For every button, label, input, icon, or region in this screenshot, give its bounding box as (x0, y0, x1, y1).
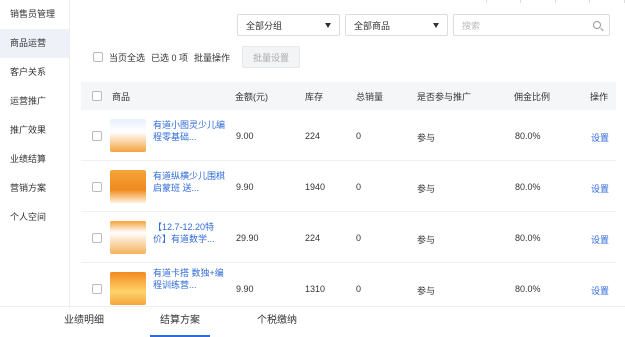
sidebar-item-salesperson[interactable]: 销售员管理 (0, 0, 69, 29)
goods-select[interactable]: 全部商品 (345, 14, 448, 36)
row-checkbox[interactable] (92, 284, 102, 294)
promo-cell: 参与 (417, 184, 436, 194)
set-link[interactable]: 设置 (591, 233, 609, 246)
col-action: 操作 (590, 91, 609, 102)
price-cell: 9.90 (236, 284, 254, 294)
commission-cell: 80.0% (515, 131, 541, 141)
sidebar-item-personal[interactable]: 个人空间 (0, 203, 69, 232)
goods-select-value: 全部商品 (354, 20, 391, 31)
table-header: 商品 金额(元) 库存 总销量 是否参与推广 佣金比例 操作 (81, 82, 616, 110)
set-link[interactable]: 设置 (591, 131, 609, 144)
set-link[interactable]: 设置 (591, 284, 609, 297)
promo-cell: 参与 (417, 235, 436, 245)
sidebar-item-promotion[interactable]: 运营推广 (0, 87, 69, 116)
product-thumbnail (110, 170, 146, 203)
col-promo: 是否参与推广 (417, 91, 472, 102)
product-name-link[interactable]: 【12.7-12.20特价】有道数学... (153, 221, 225, 245)
commission-cell: 80.0% (515, 233, 541, 243)
promo-cell: 参与 (417, 133, 436, 143)
col-product: 商品 (112, 91, 131, 102)
stock-cell: 224 (305, 131, 321, 141)
row-checkbox[interactable] (92, 131, 102, 141)
search-icon[interactable] (593, 21, 601, 29)
sidebar-item-customer[interactable]: 客户关系 (0, 58, 69, 87)
tab-performance[interactable]: 业绩明细 (64, 311, 104, 326)
sidebar-item-marketing[interactable]: 营销方案 (0, 174, 69, 203)
table-row: 有道小图灵少儿编程零基础... 9.00 224 0 参与 80.0% 设置 (81, 110, 616, 161)
batch-bar: 当页全选 已选 0 项 批量操作 批量设置 (93, 46, 301, 68)
row-checkbox[interactable] (92, 182, 102, 192)
set-link[interactable]: 设置 (591, 182, 609, 195)
sidebar-item-settlement[interactable]: 业绩结算 (0, 145, 69, 174)
row-checkbox[interactable] (92, 233, 102, 243)
select-all-label: 当页全选 (109, 52, 146, 63)
group-select[interactable]: 全部分组 (237, 14, 340, 36)
price-cell: 29.90 (236, 233, 259, 243)
group-select-value: 全部分组 (246, 20, 283, 31)
table-row: 有道纵横少儿围棋启蒙班 送... 9.90 1940 0 参与 80.0% 设置 (81, 161, 616, 212)
product-table: 商品 金额(元) 库存 总销量 是否参与推广 佣金比例 操作 有道小图灵少儿编程… (81, 82, 616, 314)
promo-cell: 参与 (417, 286, 436, 296)
product-thumbnail (110, 221, 146, 254)
sidebar-item-product-ops[interactable]: 商品运营 (0, 29, 69, 58)
product-name-link[interactable]: 有道小图灵少儿编程零基础... (153, 119, 225, 143)
search-input[interactable]: 搜索 (453, 14, 610, 36)
batch-set-button[interactable]: 批量设置 (242, 46, 301, 68)
product-thumbnail (110, 272, 146, 305)
sales-cell: 0 (356, 131, 362, 141)
product-name-link[interactable]: 有道纵横少儿围棋启蒙班 送... (153, 170, 225, 194)
chevron-down-icon (433, 22, 439, 28)
header-checkbox[interactable] (92, 91, 102, 101)
bottom-tabs: 业绩明细 结算方案 个税缴纳 (0, 306, 625, 337)
product-thumbnail (110, 119, 146, 152)
sales-cell: 0 (356, 233, 362, 243)
stock-cell: 224 (305, 233, 321, 243)
sidebar: 销售员管理 商品运营 客户关系 运营推广 推广效果 业绩结算 营销方案 个人空间 (0, 0, 70, 310)
search-placeholder: 搜索 (462, 20, 481, 31)
commission-cell: 80.0% (515, 284, 541, 294)
stock-cell: 1940 (305, 182, 326, 192)
price-cell: 9.90 (236, 182, 254, 192)
select-all-checkbox[interactable] (93, 52, 103, 62)
selected-count: 已选 0 项 (151, 52, 189, 63)
tab-settlement[interactable]: 结算方案 (150, 311, 210, 337)
col-sales: 总销量 (356, 91, 384, 102)
chevron-down-icon (325, 22, 331, 28)
batch-ops-label: 批量操作 (194, 52, 231, 63)
col-commission: 佣金比例 (514, 91, 551, 102)
top-divider (452, 0, 625, 3)
table-row: 【12.7-12.20特价】有道数学... 29.90 224 0 参与 80.… (81, 212, 616, 263)
tab-tax[interactable]: 个税缴纳 (257, 311, 297, 326)
stock-cell: 1310 (305, 284, 326, 294)
col-price: 金额(元) (235, 91, 268, 102)
commission-cell: 80.0% (515, 182, 541, 192)
sales-cell: 0 (356, 284, 362, 294)
sidebar-item-effect[interactable]: 推广效果 (0, 116, 69, 145)
price-cell: 9.00 (236, 131, 254, 141)
sales-cell: 0 (356, 182, 362, 192)
product-name-link[interactable]: 有道卡搭 数独+编程训练营... (153, 267, 225, 291)
filter-bar: 全部分组 全部商品 搜索 (237, 14, 610, 36)
col-stock: 库存 (305, 91, 324, 102)
